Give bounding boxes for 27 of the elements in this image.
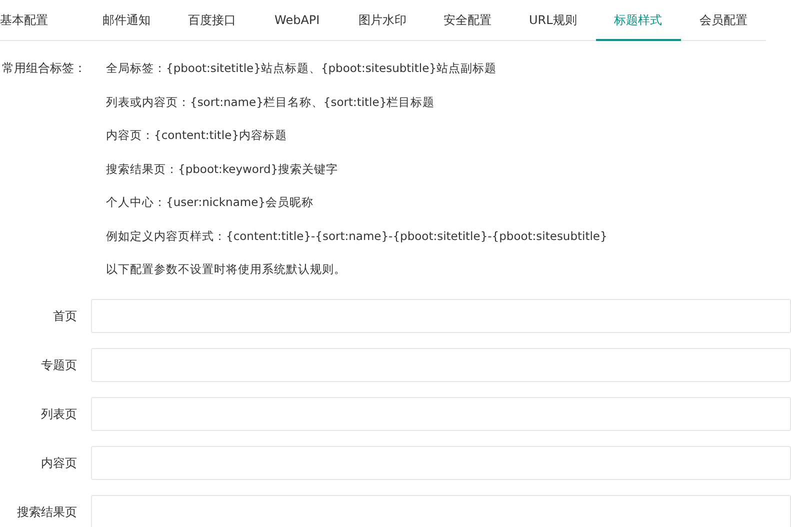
input-field[interactable]	[91, 495, 791, 527]
tab[interactable]: WebAPI	[254, 0, 340, 40]
help-text: 个人中心：{user:nickname}会员昵称	[106, 194, 314, 211]
field-label: 内容页	[40, 454, 77, 472]
help-text: 内容页：{content:title}内容标题	[106, 127, 288, 144]
input-field[interactable]	[91, 446, 791, 480]
tab[interactable]: 安全配置	[425, 0, 510, 40]
input-field[interactable]	[91, 348, 791, 382]
tab[interactable]: 会员配置	[680, 0, 766, 40]
tab[interactable]: 标题样式	[596, 0, 681, 41]
help-text: 列表或内容页：{sort:name}栏目名称、{sort:title}栏目标题	[106, 94, 436, 110]
field-label: 列表页	[40, 406, 77, 422]
tab[interactable]: 百度接口	[169, 0, 254, 40]
help-text: 以下配置参数不设置时将使用系统默认规则。	[106, 261, 347, 278]
input-field[interactable]	[91, 299, 791, 333]
field-label: 搜索结果页	[16, 504, 77, 520]
tab[interactable]: 基本配置	[0, 0, 48, 40]
help-text: 例如定义内容页样式：{content:title}-{sort:name}-{pboot:sitetitle}-{pboot:sitesubtitle}	[106, 228, 608, 244]
tab[interactable]: 图片水印	[340, 0, 425, 40]
tab[interactable]: 邮件通知	[84, 0, 170, 40]
input-field[interactable]	[91, 397, 791, 431]
help-text: 全局标签：{pboot:sitetitle}站点标题、{pboot:sitesubtitle}站点副标题	[106, 60, 498, 77]
tab[interactable]: URL规则	[510, 0, 596, 40]
field-label: 专题页	[40, 356, 77, 374]
field-label: 首页	[52, 308, 77, 324]
help-label: 常用组合标签：	[2, 60, 87, 77]
help-text: 搜索结果页：{pboot:keyword}搜索关键字	[106, 160, 340, 178]
